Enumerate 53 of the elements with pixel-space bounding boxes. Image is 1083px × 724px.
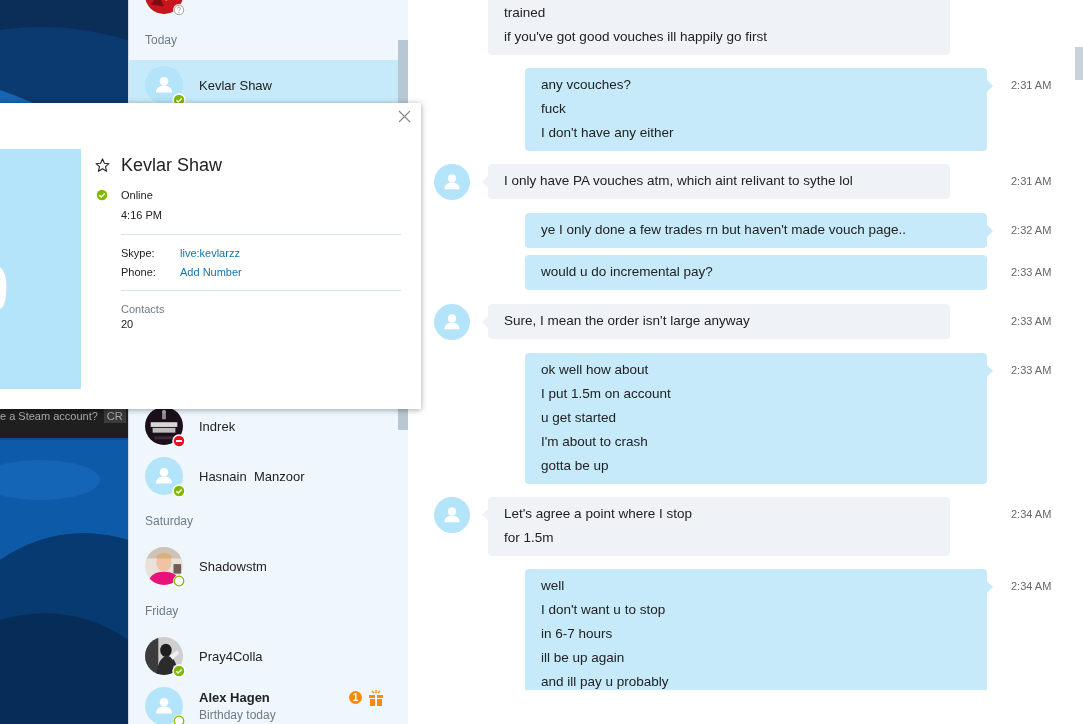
scrollbar-thumb[interactable] [1075,47,1083,80]
message-text: fuck [541,100,567,118]
message-time: 2:33 AM [1011,363,1052,378]
message-text: well [541,577,566,595]
contact-name[interactable]: Indrek [199,418,399,434]
contact-name[interactable]: Shadowstm [199,558,399,574]
status-text: Online [121,189,153,201]
message-time: 2:32 AM [1011,223,1052,238]
message-text: I'm about to crash [541,433,649,451]
close-button[interactable] [398,110,411,123]
local-time: 4:16 PM [121,209,162,221]
section-header: Saturday [144,513,195,530]
message-time: 2:34 AM [1011,579,1052,594]
field-link[interactable]: live:kevlarzz [180,247,240,259]
contact-name[interactable]: Pray4Colla [199,648,399,664]
window-text: e a Steam account? [0,409,98,422]
field-label: Phone: [121,266,157,278]
message-text: I only have PA vouches atm, which aint relivant to sythe lol [504,172,854,190]
message-text: ye I only done a few trades rn but haven't made vouch page.. [541,221,908,239]
contacts-count: 20 [121,318,134,330]
message-time: 2:31 AM [1011,174,1052,189]
contact-name: Kevlar Shaw [121,154,223,176]
message-text: in 6-7 hours [541,625,614,643]
unread-badge: 1 [349,691,362,704]
message-text: u get started [541,409,618,427]
message-time: 2:33 AM [1011,265,1052,280]
message-text: Let's agree a point where I stop [504,505,693,523]
section-header: Today [144,32,179,49]
message-time: 2:33 AM [1011,314,1052,329]
star-icon[interactable] [95,157,110,173]
message-text: any vcouches? [541,76,633,94]
message-text: I don't have any either [541,124,675,142]
field-link[interactable]: Add Number [180,266,242,278]
message-time: 2:34 AM [1011,507,1052,522]
message-text: I put 1.5m on account [541,385,672,403]
message-time: 2:31 AM [1011,78,1052,93]
contact-name: Kevlar Shaw [199,77,273,93]
message-text: gotta be up [541,457,610,475]
message-text: ok well how about [541,361,650,379]
message-text: and ill pay u probably [541,673,670,690]
contact-name[interactable]: Alex Hagen [199,690,349,705]
message-text: I don't want u to stop [541,601,667,619]
section-header: Friday [144,603,180,620]
message-text: for 1.5m [504,529,555,547]
contacts-label: Contacts [121,303,165,315]
contact-subtitle: Birthday today [199,708,277,722]
message-text: trained [504,4,547,22]
message-text: would u do incremental pay? [541,263,714,281]
message-text: ill be up again [541,649,626,667]
contact-name[interactable]: Hasnain Manzoor [199,468,399,484]
field-label: Skype: [121,247,156,259]
message-text: Sure, I mean the order isn't large anyway [504,312,751,330]
message-text: if you've got good vouches ill happily go first [504,28,768,46]
